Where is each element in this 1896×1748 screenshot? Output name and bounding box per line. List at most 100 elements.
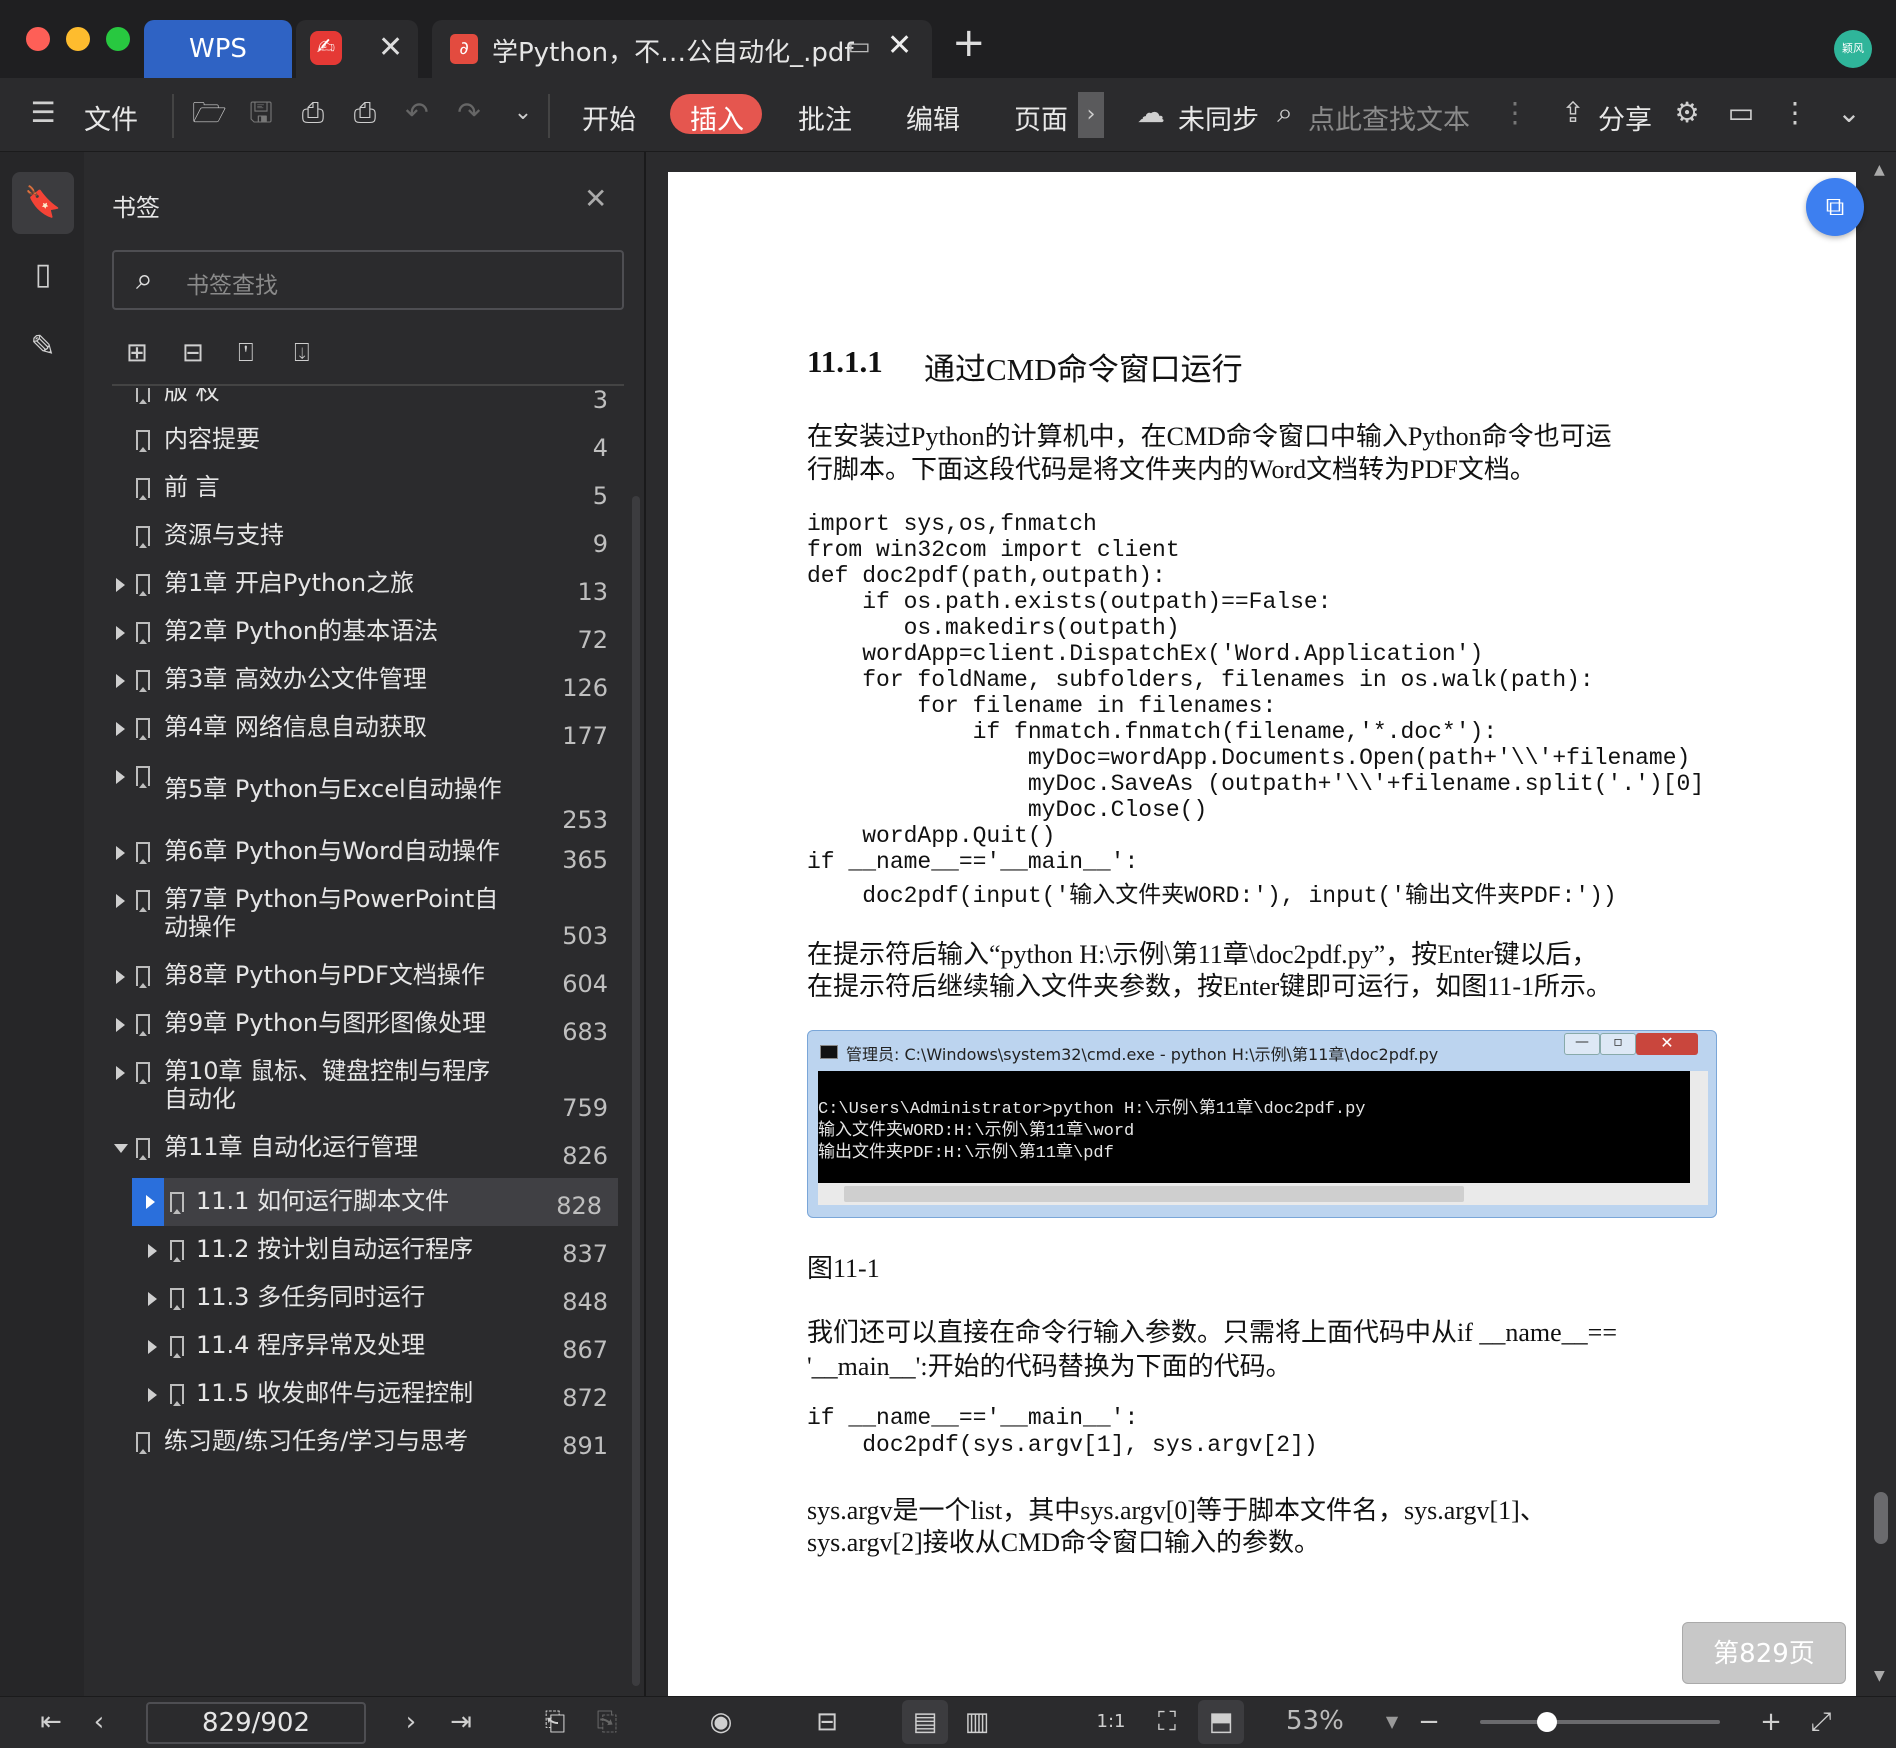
screen-icon[interactable]: ▭ [848, 32, 871, 60]
tab-start[interactable]: 开始 [582, 98, 636, 137]
list-item[interactable]: 11.2 按计划自动运行程序 837 [86, 1226, 626, 1274]
scroll-down-icon[interactable]: ▼ [1874, 1668, 1885, 1684]
add-bookmark-icon[interactable]: ⊞ [126, 338, 148, 368]
collapse-icon[interactable] [114, 1144, 128, 1153]
undo-icon[interactable]: ↶ [400, 96, 434, 130]
annotation-panel-button[interactable]: ✎ [12, 316, 74, 378]
tabs-scroll-right-button[interactable]: › [1078, 92, 1104, 138]
actual-size-icon[interactable]: 1:1 [1094, 1704, 1128, 1740]
page-number-input[interactable]: 829/902 [146, 1702, 366, 1744]
list-item[interactable]: 第7章 Python与PowerPoint自 动操作 503 [86, 882, 626, 958]
share-button[interactable]: 分享 [1598, 98, 1652, 137]
expand-icon[interactable] [116, 894, 125, 908]
expand-icon[interactable] [148, 1340, 157, 1354]
list-item[interactable]: 练习题/练习任务/学习与思考 891 [86, 1418, 626, 1466]
list-item[interactable]: 第5章 Python与Excel自动操作 253 [86, 758, 626, 834]
expand-icon[interactable] [116, 722, 125, 736]
search-text-input[interactable]: 点此查找文本 [1308, 98, 1470, 137]
bookmark-scrollbar[interactable] [632, 496, 640, 1686]
list-item[interactable]: 第4章 网络信息自动获取 177 [86, 710, 626, 758]
close-tab-icon[interactable]: ✕ [887, 28, 912, 63]
expand-icon[interactable] [148, 1388, 157, 1402]
expand-icon[interactable] [116, 674, 125, 688]
comment-icon[interactable]: ▭ [1724, 96, 1758, 130]
expand-icon[interactable] [116, 578, 125, 592]
cloud-sync-icon[interactable]: ☁ [1134, 96, 1168, 130]
file-menu[interactable]: 文件 [84, 98, 138, 137]
share-icon[interactable]: ⇪ [1556, 96, 1590, 130]
first-page-icon[interactable]: ⇤ [34, 1704, 68, 1740]
tab-wps-home[interactable]: WPS [144, 20, 292, 78]
scroll-up-icon[interactable]: ▲ [1874, 162, 1885, 178]
list-item[interactable]: 第11章 自动化运行管理 826 [86, 1130, 626, 1178]
list-item[interactable]: 版 权 3 [86, 388, 626, 422]
document-scrollbar-thumb[interactable] [1874, 1492, 1888, 1544]
expand-icon[interactable] [116, 770, 125, 784]
close-window-button[interactable] [26, 27, 50, 51]
open-folder-icon[interactable]: 🗁 [192, 96, 227, 130]
list-item[interactable]: 第2章 Python的基本语法 72 [86, 614, 626, 662]
expand-icon[interactable] [116, 846, 125, 860]
list-item[interactable]: 前 言 5 [86, 470, 626, 518]
save-icon[interactable]: 🖫 [244, 96, 278, 130]
print-icon[interactable]: ⎙ [296, 96, 330, 130]
fit-page-icon[interactable]: ⛶ [1150, 1704, 1184, 1740]
print-preview-icon[interactable]: ⎙ [348, 96, 382, 130]
more-dropdown-icon[interactable]: ⌄ [506, 96, 540, 130]
tab-annotate[interactable]: 批注 [798, 98, 852, 137]
list-item[interactable]: 第8章 Python与PDF文档操作 604 [86, 958, 626, 1006]
expand-icon[interactable] [146, 1195, 155, 1209]
chevron-down-icon[interactable]: ⌄ [1832, 96, 1866, 130]
list-item[interactable]: 11.3 多任务同时运行 848 [86, 1274, 626, 1322]
close-tab-icon[interactable]: ✕ [378, 30, 403, 65]
list-item[interactable]: 第10章 鼠标、键盘控制与程序 自动化 759 [86, 1054, 626, 1130]
eye-protection-icon[interactable]: ◉ [694, 1704, 748, 1740]
double-page-icon[interactable]: ▥ [960, 1704, 994, 1740]
minimize-window-button[interactable] [66, 27, 90, 51]
bookmark-add-icon[interactable]: ⍞ [238, 338, 254, 369]
bookmark-search-input[interactable]: ⌕ 书签查找 [112, 250, 624, 310]
ruler-icon[interactable]: ⊟ [810, 1704, 844, 1740]
expand-icon[interactable] [116, 1066, 125, 1080]
remove-bookmark-icon[interactable]: ⊟ [182, 338, 204, 368]
list-item[interactable]: 内容提要 4 [86, 422, 626, 470]
sync-status[interactable]: 未同步 [1178, 98, 1259, 137]
menu-icon[interactable]: ☰ [26, 96, 60, 130]
tab-page[interactable]: 页面 [1014, 98, 1068, 137]
settings-gear-icon[interactable]: ⚙ [1670, 96, 1704, 130]
close-panel-icon[interactable]: ✕ [584, 182, 607, 215]
list-item[interactable]: 第3章 高效办公文件管理 126 [86, 662, 626, 710]
more-options-icon[interactable]: ⋮ [1778, 96, 1812, 130]
expand-icon[interactable] [116, 626, 125, 640]
floating-translate-button[interactable]: ⧉ [1806, 178, 1864, 236]
tab-document[interactable]: ∂ 学Python，不…公自动化_.pdf ▭ ✕ [432, 20, 932, 78]
next-page-icon[interactable]: › [396, 1704, 426, 1740]
go-back-icon[interactable]: ⎗ [538, 1704, 572, 1740]
list-item[interactable]: 第1章 开启Python之旅 13 [86, 566, 626, 614]
new-tab-button[interactable]: + [952, 20, 986, 66]
bookmark-outline-icon[interactable]: ⍗ [294, 338, 310, 369]
zoom-slider[interactable] [1480, 1712, 1720, 1732]
bookmark-panel-button[interactable]: 🔖 [12, 172, 74, 234]
list-item-selected[interactable]: 11.1 如何运行脚本文件 828 [132, 1178, 618, 1226]
zoom-out-icon[interactable]: − [1414, 1704, 1444, 1740]
zoom-dropdown-icon[interactable]: ▼ [1380, 1704, 1404, 1740]
zoom-value[interactable]: 53% [1286, 1706, 1344, 1736]
list-item[interactable]: 第6章 Python与Word自动操作 365 [86, 834, 626, 882]
list-item[interactable]: 资源与支持 9 [86, 518, 626, 566]
redo-icon[interactable]: ↷ [452, 96, 486, 130]
last-page-icon[interactable]: ⇥ [444, 1704, 478, 1740]
expand-icon[interactable] [148, 1244, 157, 1258]
avatar[interactable]: 颖风 [1834, 30, 1872, 68]
maximize-window-button[interactable] [106, 27, 130, 51]
list-item[interactable]: 11.4 程序异常及处理 867 [86, 1322, 626, 1370]
expand-icon[interactable] [116, 1018, 125, 1032]
tab-edit[interactable]: 编辑 [906, 98, 960, 137]
fullscreen-icon[interactable]: ⤢ [1804, 1704, 1838, 1740]
list-item[interactable]: 第9章 Python与图形图像处理 683 [86, 1006, 626, 1054]
tab-app[interactable]: ✍ ✕ [296, 20, 418, 78]
more-vertical-icon[interactable]: ⋮ [1498, 96, 1532, 130]
previous-page-icon[interactable]: ‹ [84, 1704, 114, 1740]
expand-icon[interactable] [148, 1292, 157, 1306]
expand-icon[interactable] [116, 970, 125, 984]
